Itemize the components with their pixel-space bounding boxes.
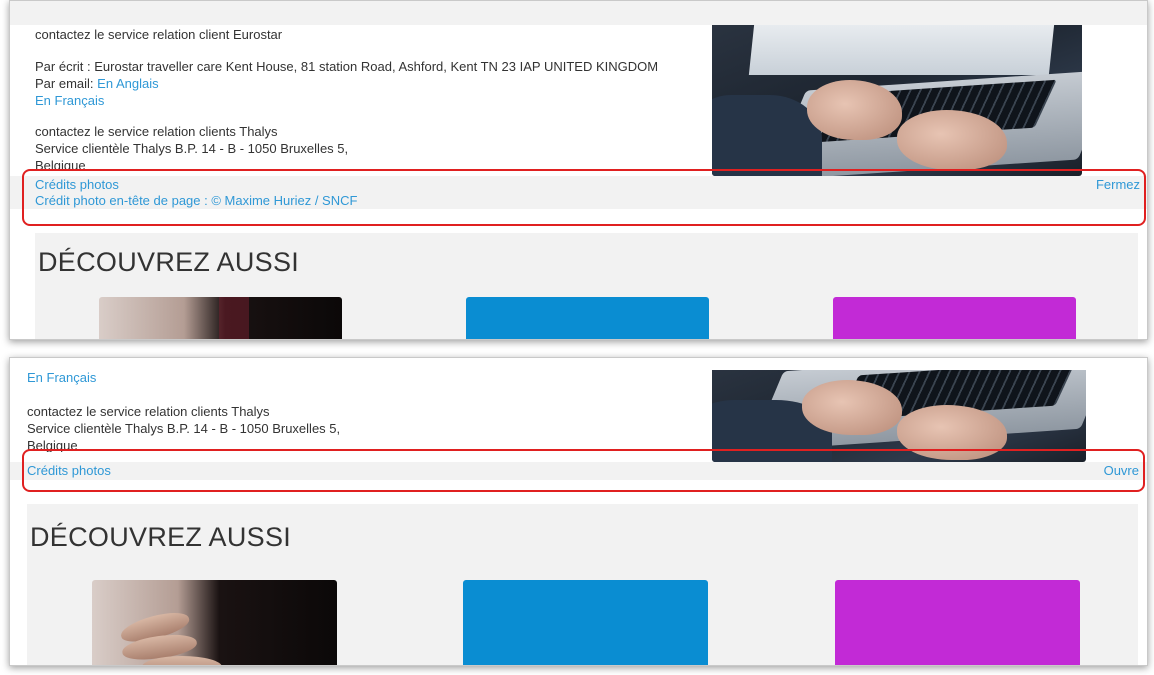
photo-detail bbox=[219, 297, 249, 339]
discover-card-photo[interactable] bbox=[99, 297, 342, 339]
thalys-heading: contactez le service relation clients Th… bbox=[35, 124, 278, 139]
discover-card-purple[interactable] bbox=[833, 297, 1076, 339]
thalys-heading: contactez le service relation clients Th… bbox=[27, 404, 270, 419]
top-strip bbox=[10, 1, 1147, 25]
eurostar-address: Par écrit : Eurostar traveller care Kent… bbox=[35, 59, 659, 74]
email-link-english[interactable]: En Anglais bbox=[97, 76, 158, 91]
thalys-address: Service clientèle Thalys B.P. 14 - B - 1… bbox=[27, 421, 341, 436]
discover-card-purple[interactable] bbox=[835, 580, 1080, 665]
discover-title: DÉCOUVREZ AUSSI bbox=[38, 247, 300, 277]
discover-section: DÉCOUVREZ AUSSI bbox=[27, 504, 1138, 665]
eurostar-heading: contactez le service relation client Eur… bbox=[35, 27, 283, 42]
discover-card-blue[interactable] bbox=[463, 580, 708, 665]
email-link-french[interactable]: En Français bbox=[35, 92, 104, 109]
screenshot-expanded-credits: contactez le service relation client Eur… bbox=[9, 0, 1148, 340]
discover-section: DÉCOUVREZ AUSSI bbox=[35, 233, 1138, 339]
email-link-french[interactable]: En Français bbox=[27, 369, 96, 386]
discover-title: DÉCOUVREZ AUSSI bbox=[30, 522, 292, 552]
laptop-screen bbox=[748, 25, 1056, 75]
email-line: Par email: En Anglais bbox=[35, 75, 159, 92]
highlight-box bbox=[22, 449, 1145, 492]
highlight-box bbox=[22, 169, 1146, 226]
discover-card-blue[interactable] bbox=[466, 297, 709, 339]
discover-card-photo[interactable] bbox=[92, 580, 337, 665]
laptop-photo bbox=[712, 25, 1082, 176]
thalys-address: Service clientèle Thalys B.P. 14 - B - 1… bbox=[35, 141, 349, 156]
left-sleeve bbox=[712, 95, 822, 176]
email-label: Par email: bbox=[35, 76, 94, 91]
screenshot-collapsed-credits: En Français contactez le service relatio… bbox=[9, 357, 1148, 666]
